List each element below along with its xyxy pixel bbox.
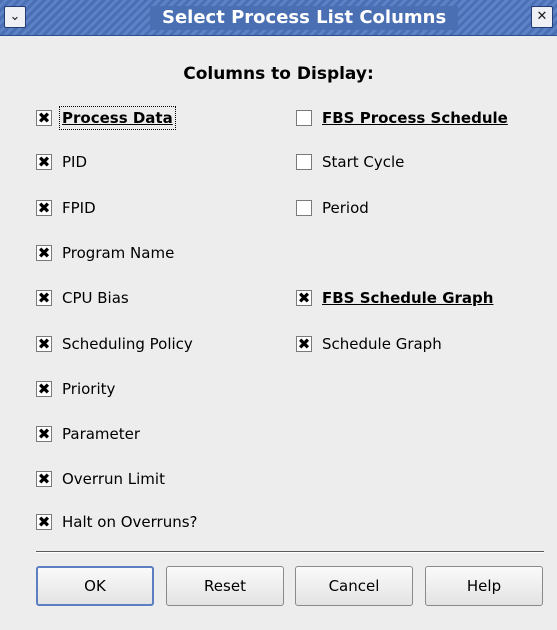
checkbox-label: PID — [62, 153, 88, 171]
checkbox-fbs-process-schedule[interactable]: FBS Process Schedule — [296, 107, 508, 129]
window-title: Select Process List Columns — [150, 6, 459, 30]
checkbox-halt-on-overruns[interactable]: ✖ Halt on Overruns? — [36, 511, 198, 533]
checkbox-process-data[interactable]: ✖ Process Data — [36, 106, 176, 130]
checkbox-box[interactable]: ✖ — [36, 471, 52, 487]
checkbox-box[interactable]: ✖ — [296, 290, 312, 306]
checkbox-start-cycle[interactable]: Start Cycle — [296, 151, 404, 173]
checkbox-overrun-limit[interactable]: ✖ Overrun Limit — [36, 468, 165, 490]
checkbox-box[interactable] — [296, 154, 312, 170]
checkbox-label: Start Cycle — [322, 153, 405, 171]
checkbox-cpu-bias[interactable]: ✖ CPU Bias — [36, 287, 129, 309]
checkbox-label: Overrun Limit — [62, 470, 165, 488]
checkbox-fbs-schedule-graph[interactable]: ✖ FBS Schedule Graph — [296, 287, 493, 309]
checkbox-label: Process Data — [59, 106, 176, 130]
cancel-button[interactable]: Cancel — [295, 566, 413, 606]
checkbox-label: Halt on Overruns? — [62, 513, 198, 531]
checkbox-box[interactable]: ✖ — [36, 154, 52, 170]
checkbox-label: Parameter — [62, 425, 141, 443]
checkbox-box[interactable]: ✖ — [36, 426, 52, 442]
checkbox-label: Priority — [62, 380, 116, 398]
checkbox-box[interactable]: ✖ — [36, 514, 52, 530]
checkbox-scheduling-policy[interactable]: ✖ Scheduling Policy — [36, 333, 193, 355]
checkbox-label: CPU Bias — [62, 289, 129, 307]
columns-heading: Columns to Display: — [183, 64, 374, 84]
checkbox-period[interactable]: Period — [296, 197, 369, 219]
checkbox-box[interactable]: ✖ — [36, 110, 52, 126]
checkbox-label: Program Name — [62, 244, 175, 262]
dialog-window: ⌄ Select Process List Columns ✕ Columns … — [0, 0, 557, 630]
checkbox-priority[interactable]: ✖ Priority — [36, 378, 115, 400]
checkbox-fpid[interactable]: ✖ FPID — [36, 197, 96, 219]
checkbox-box[interactable]: ✖ — [36, 336, 52, 352]
checkbox-label: Schedule Graph — [322, 335, 442, 353]
reset-button[interactable]: Reset — [166, 566, 284, 606]
checkbox-box[interactable] — [296, 200, 312, 216]
checkbox-box[interactable]: ✖ — [36, 290, 52, 306]
checkbox-program-name[interactable]: ✖ Program Name — [36, 242, 174, 264]
checkbox-label: FBS Schedule Graph — [322, 289, 494, 307]
checkbox-box[interactable]: ✖ — [296, 336, 312, 352]
help-button[interactable]: Help — [425, 566, 543, 606]
ok-button[interactable]: OK — [36, 566, 154, 606]
checkbox-label: Scheduling Policy — [62, 335, 193, 353]
checkbox-label: FPID — [62, 199, 96, 217]
checkbox-parameter[interactable]: ✖ Parameter — [36, 423, 140, 445]
title-bar[interactable]: ⌄ Select Process List Columns ✕ — [0, 0, 557, 36]
checkbox-schedule-graph[interactable]: ✖ Schedule Graph — [296, 333, 442, 355]
checkbox-box[interactable]: ✖ — [36, 245, 52, 261]
checkbox-box[interactable] — [296, 110, 312, 126]
checkbox-box[interactable]: ✖ — [36, 381, 52, 397]
checkbox-pid[interactable]: ✖ PID — [36, 151, 87, 173]
window-menu-icon[interactable]: ⌄ — [4, 6, 26, 28]
checkbox-label: Period — [322, 199, 369, 217]
checkbox-label: FBS Process Schedule — [322, 109, 508, 127]
close-icon[interactable]: ✕ — [531, 6, 553, 28]
button-divider — [36, 551, 544, 553]
checkbox-box[interactable]: ✖ — [36, 200, 52, 216]
